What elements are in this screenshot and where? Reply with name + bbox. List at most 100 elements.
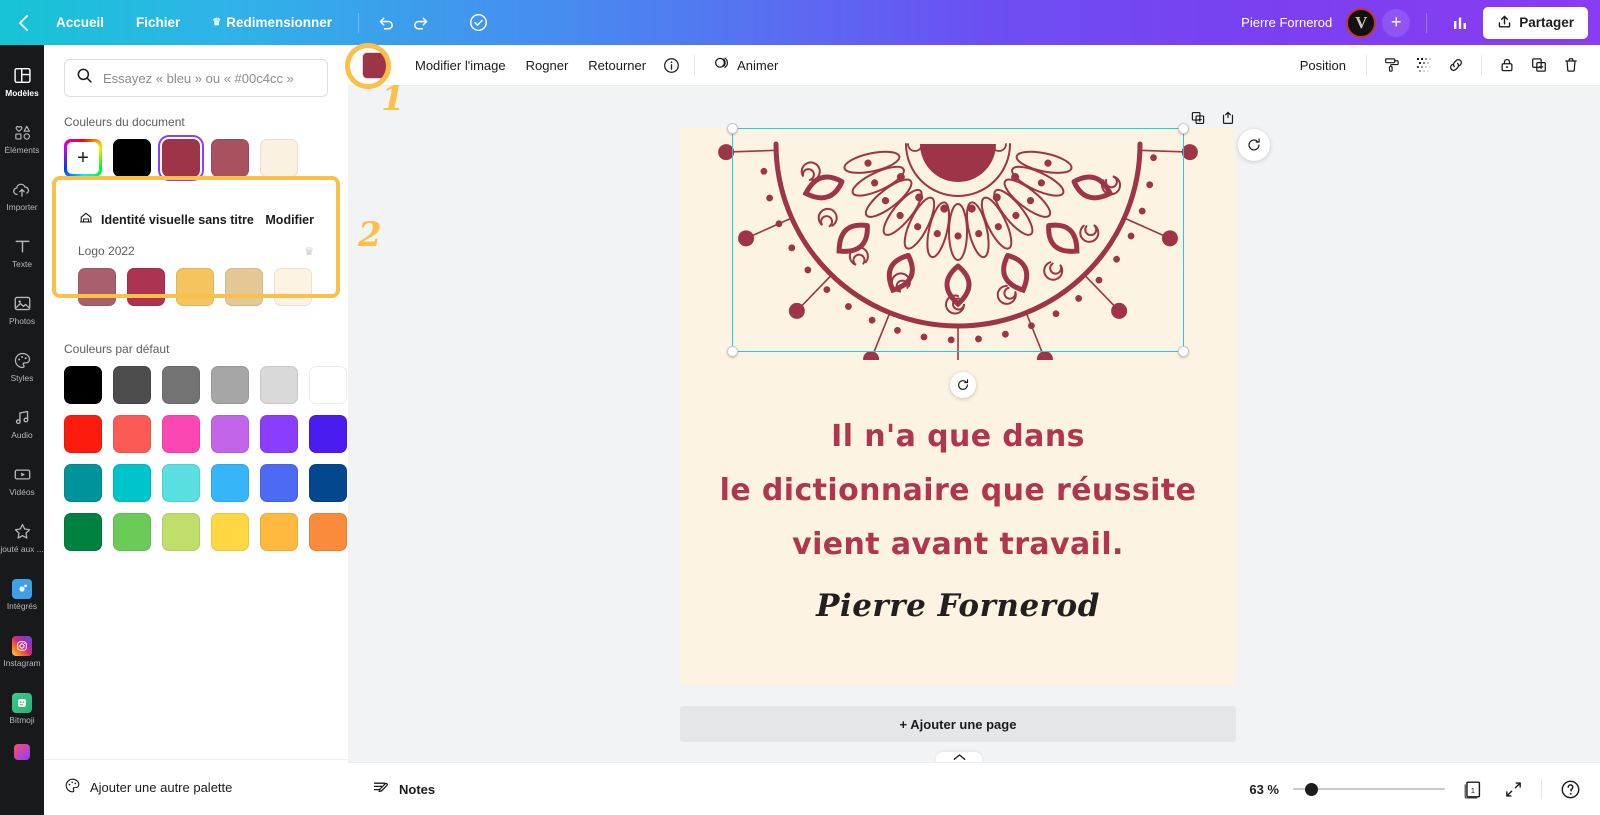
redo-icon[interactable] [403,6,437,40]
help-icon[interactable] [1556,775,1584,803]
sidebar-item-modeles[interactable]: Modèles [0,53,44,110]
notes-button[interactable]: Notes [364,773,443,806]
position-button[interactable]: Position [1290,52,1356,79]
sidebar-item-instagram[interactable]: Instagram [0,623,44,680]
default-colors-row [64,415,347,453]
swatch-default-1-6[interactable] [309,366,347,404]
swatch-default-1-4[interactable] [211,366,249,404]
page-manager-button[interactable]: 1 [1459,776,1485,802]
swatch-default-3-3[interactable] [162,464,200,502]
search-input[interactable] [64,59,328,97]
zoom-slider[interactable] [1293,781,1445,797]
sidebar-item-favoris[interactable]: jouté aux ... [0,509,44,566]
trash-icon[interactable] [1556,51,1586,79]
swatch-default-4-5[interactable] [260,513,298,551]
cloud-check-icon[interactable] [461,6,495,40]
paint-roller-icon[interactable] [1377,51,1407,79]
swatch-brand-3[interactable] [176,268,214,306]
zoom-slider-thumb[interactable] [1305,782,1318,796]
duplicate-icon[interactable] [1186,106,1210,130]
add-member-button[interactable]: + [1382,8,1411,37]
sidebar-item-photos[interactable]: Photos [0,281,44,338]
nav-resize[interactable]: ♛ Redimensionner [196,7,348,39]
resize-handle-top-left[interactable] [727,123,738,134]
swatch-default-2-3[interactable] [162,415,200,453]
flip-button[interactable]: Retourner [578,52,656,79]
animate-button[interactable]: Animer [703,49,788,81]
selection-bounding-box[interactable] [727,123,1189,357]
swatch-default-2-2[interactable] [113,415,151,453]
link-icon[interactable] [1441,51,1471,79]
swatch-brand-2[interactable] [127,268,165,306]
swatch-brand-4[interactable] [225,268,263,306]
swatch-default-1-1[interactable] [64,366,102,404]
swatch-default-3-2[interactable] [113,464,151,502]
crop-button[interactable]: Rogner [516,52,579,79]
swatch-default-2-1[interactable] [64,415,102,453]
swatch-default-2-5[interactable] [260,415,298,453]
swatch-default-4-3[interactable] [162,513,200,551]
lock-icon[interactable] [1492,51,1522,79]
swatch-default-1-3[interactable] [162,366,200,404]
swatch-brand-1[interactable] [78,268,116,306]
swatch-default-4-6[interactable] [309,513,347,551]
duplicate-icon[interactable] [1524,51,1554,79]
swatch-add-custom-color[interactable]: + [64,139,102,177]
swatch-default-2-4[interactable] [211,415,249,453]
sidebar-item-bitmoji[interactable]: Bitmoji [0,680,44,737]
sidebar-item-audio[interactable]: Audio [0,395,44,452]
document-colors-section: Couleurs du document + [64,115,328,177]
sidebar-item-texte[interactable]: Texte [0,224,44,281]
swatch-default-3-6[interactable] [309,464,347,502]
nav-home[interactable]: Accueil [40,7,120,39]
swatch-default-1-5[interactable] [260,366,298,404]
sidebar-item-integres[interactable]: Intégrés [0,566,44,623]
expand-icon[interactable] [1499,775,1527,803]
add-page-icon[interactable] [1216,106,1240,130]
swatch-doc-dark-red[interactable] [162,139,200,177]
swatch-default-2-6[interactable] [309,415,347,453]
brand-kit-edit-link[interactable]: Modifier [265,213,314,227]
bar-chart-icon[interactable] [1443,6,1477,40]
sidebar-item-importer[interactable]: Importer [0,167,44,224]
swatch-default-4-4[interactable] [211,513,249,551]
resize-handle-bottom-left[interactable] [727,346,738,357]
edit-image-button[interactable]: Modifier l'image [405,52,516,79]
toolbar-color-swatch[interactable] [362,51,389,79]
undo-icon[interactable] [369,6,403,40]
sidebar-item-videos[interactable]: Vidéos [0,452,44,509]
templates-icon [13,65,32,86]
swatch-brand-5[interactable] [274,268,312,306]
rotate-handle[interactable] [950,372,976,398]
add-page-button[interactable]: + Ajouter une page [680,706,1236,742]
sidebar-item-more[interactable] [0,737,44,767]
back-chevron-icon[interactable] [6,0,40,45]
collapse-panel-toggle[interactable] [936,752,982,762]
swatch-doc-mauve-red[interactable] [211,139,249,177]
swatch-doc-cream[interactable] [260,139,298,177]
signature-text[interactable]: Pierre Fornerod [680,588,1236,624]
nav-file[interactable]: Fichier [120,7,196,39]
sidebar-item-modeles-label: Modèles [5,89,39,98]
quote-text-block[interactable]: Il n'a que dans le dictionnaire que réus… [680,410,1236,572]
color-search-wrapper [64,59,328,97]
transparency-icon[interactable] [1409,51,1439,79]
toolbar-right-group: Position [1290,51,1586,79]
swatch-default-3-4[interactable] [211,464,249,502]
swatch-default-4-2[interactable] [113,513,151,551]
swatch-default-4-1[interactable] [64,513,102,551]
instagram-icon [12,635,32,656]
rotate-canvas-button[interactable] [1238,129,1270,161]
swatch-default-3-5[interactable] [260,464,298,502]
element-toolbar: Modifier l'image Rogner Retourner Animer… [348,45,1600,86]
avatar[interactable]: V [1346,7,1377,38]
swatch-default-3-1[interactable] [64,464,102,502]
resize-handle-bottom-right[interactable] [1178,346,1189,357]
add-palette-button[interactable]: Ajouter une autre palette [44,759,348,815]
swatch-default-1-2[interactable] [113,366,151,404]
swatch-doc-black[interactable] [113,139,151,177]
sidebar-item-elements[interactable]: Éléments [0,110,44,167]
info-icon[interactable] [656,51,686,79]
share-button[interactable]: Partager [1483,6,1588,39]
sidebar-item-styles[interactable]: Styles [0,338,44,395]
